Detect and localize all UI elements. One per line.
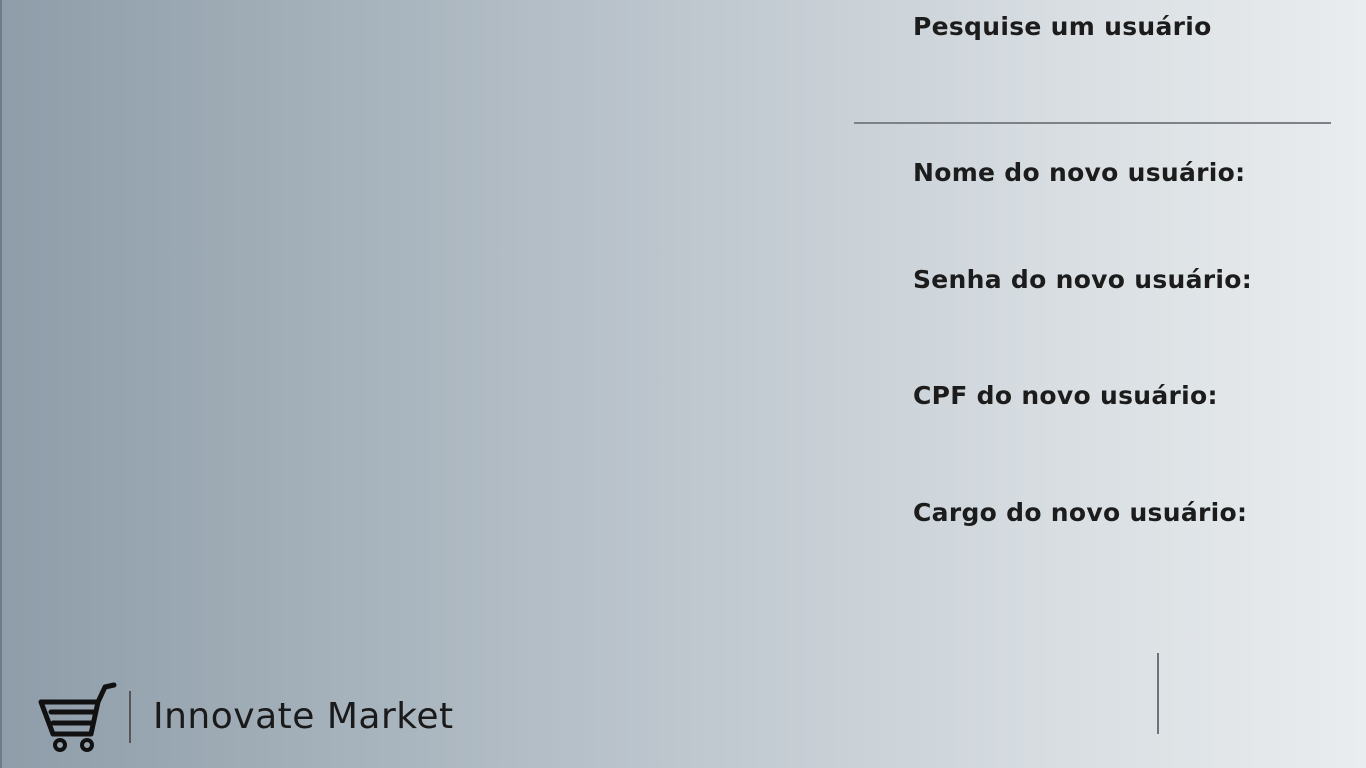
- role-input[interactable]: [913, 536, 1317, 582]
- action-area[interactable]: [914, 640, 1144, 750]
- cpf-label: CPF do novo usuário:: [913, 381, 1218, 410]
- brand: Innovate Market: [38, 682, 498, 752]
- left-edge: [0, 0, 2, 768]
- role-label: Cargo do novo usuário:: [913, 498, 1248, 527]
- cpf-input[interactable]: [913, 419, 1317, 465]
- name-label: Nome do novo usuário:: [913, 158, 1246, 187]
- user-panel: Pesquise um usuário Nome do novo usuário…: [854, 0, 1366, 768]
- search-label: Pesquise um usuário: [913, 12, 1212, 41]
- section-divider: [854, 122, 1331, 124]
- brand-name: Innovate Market: [153, 696, 454, 737]
- password-input[interactable]: [913, 303, 1317, 349]
- password-label: Senha do novo usuário:: [913, 265, 1253, 294]
- search-input[interactable]: [913, 52, 1317, 114]
- brand-separator: [129, 691, 131, 743]
- shopping-cart-icon: [38, 682, 117, 752]
- name-input[interactable]: [913, 196, 1317, 242]
- vertical-separator: [1157, 653, 1159, 734]
